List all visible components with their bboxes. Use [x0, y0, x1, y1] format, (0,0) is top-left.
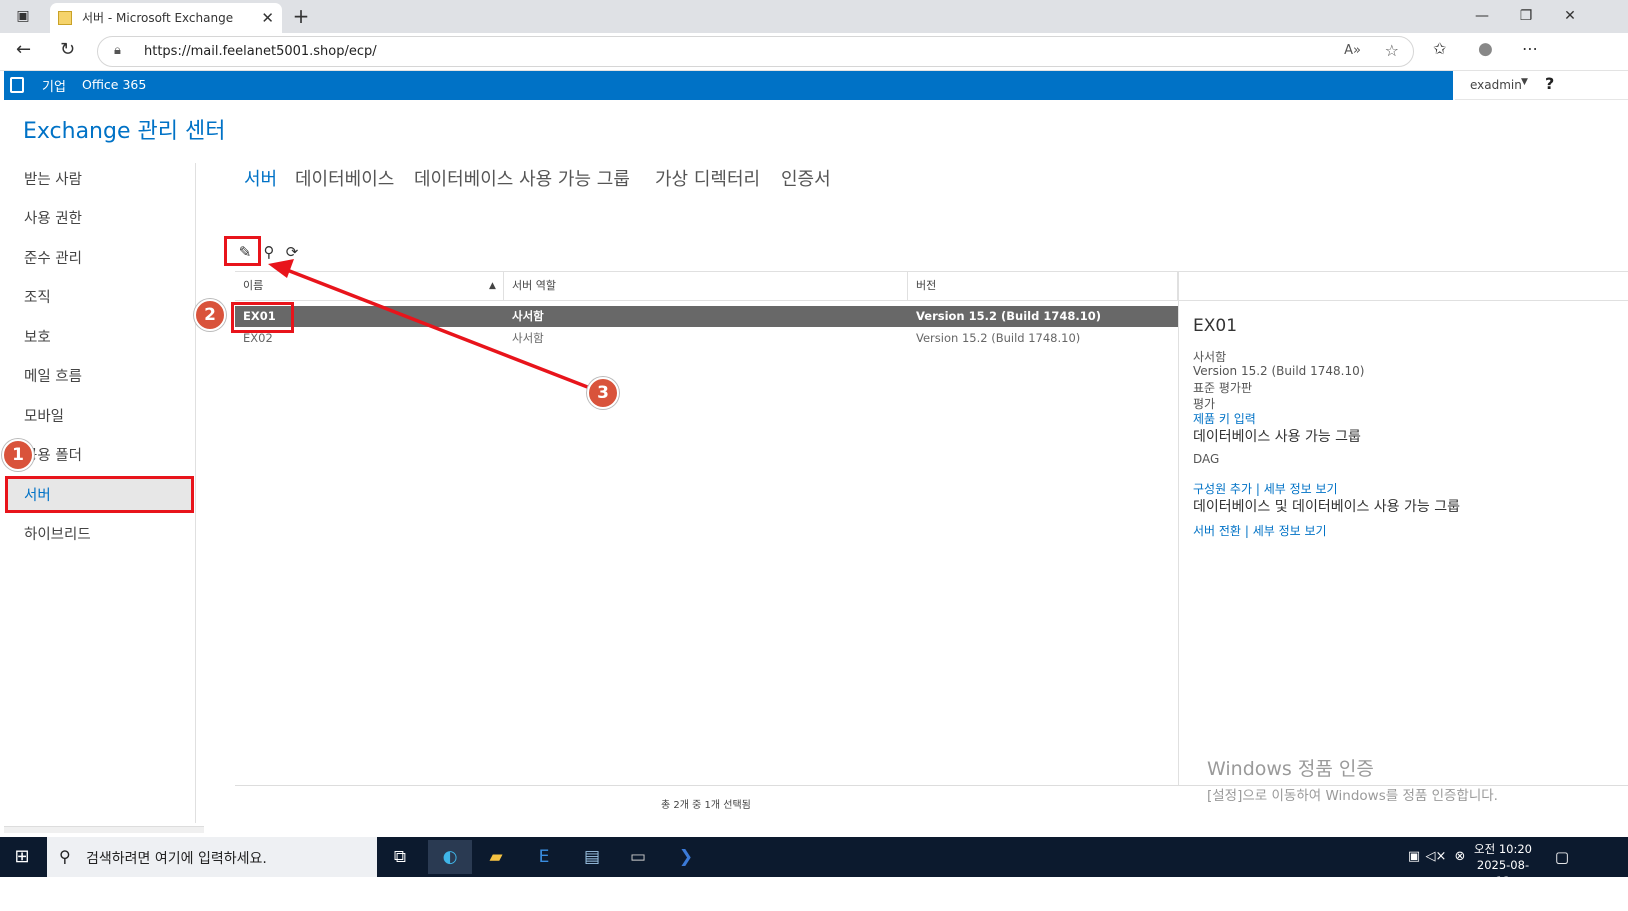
- windows-start-icon[interactable]: ⊞: [0, 840, 44, 874]
- arrow-shaft: [286, 268, 591, 390]
- exchange-shell-icon[interactable]: E: [522, 840, 566, 874]
- search-icon: ⚲: [59, 847, 71, 866]
- file-explorer-icon[interactable]: ▰: [474, 840, 518, 874]
- task-view-icon[interactable]: ⧉: [378, 840, 422, 874]
- clock-time: 오전 10:20: [1474, 842, 1532, 856]
- step-badge-1: 1: [2, 439, 34, 471]
- step-badge-2: 2: [194, 299, 226, 331]
- page-bottom-area: [0, 877, 1628, 911]
- step-badge-3: 3: [587, 377, 619, 409]
- annotation-arrow: [268, 259, 591, 390]
- action-center-icon[interactable]: ▢: [1540, 840, 1584, 874]
- windows-taskbar: ⊞ ⚲ 검색하려면 여기에 입력하세요. ⧉ ◐ ▰ E ▤ ▭ ❯ ▣ ◁× …: [0, 837, 1628, 888]
- arrow-head: [268, 259, 294, 278]
- search-placeholder: 검색하려면 여기에 입력하세요.: [86, 851, 267, 867]
- server-manager-icon[interactable]: ▤: [570, 840, 614, 874]
- edge-browser-icon[interactable]: ◐: [428, 840, 472, 874]
- taskbar-search[interactable]: ⚲ 검색하려면 여기에 입력하세요.: [47, 837, 377, 877]
- command-prompt-icon[interactable]: ▭: [616, 840, 660, 874]
- powershell-icon[interactable]: ❯: [664, 840, 708, 874]
